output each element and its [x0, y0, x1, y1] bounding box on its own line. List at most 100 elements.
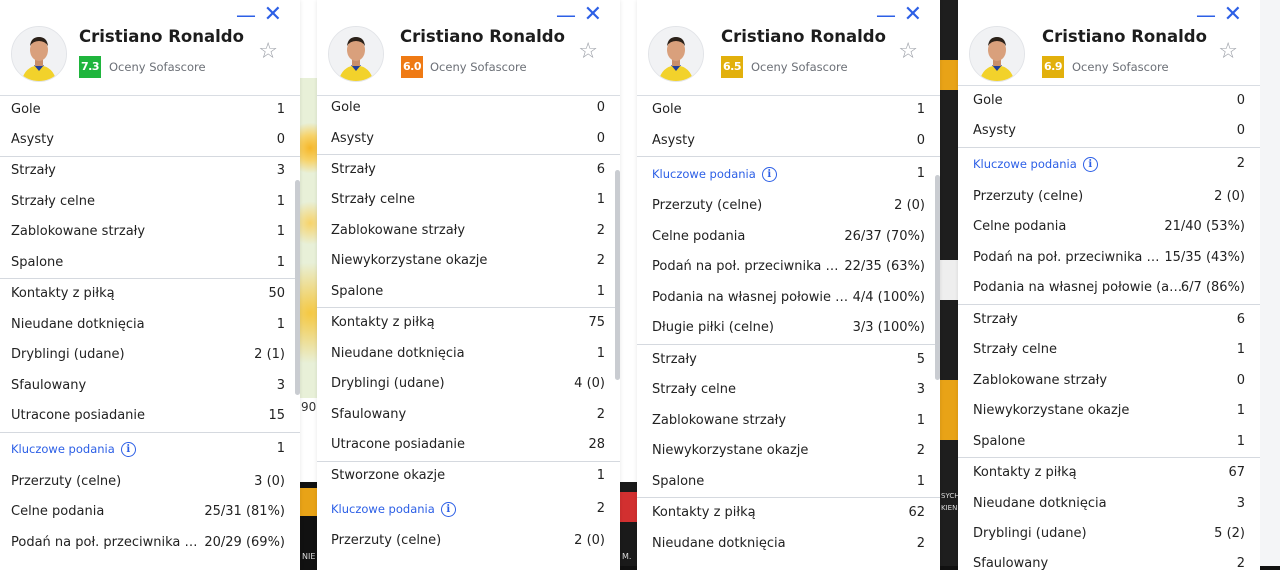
stat-row: Strzały 5 [652, 352, 925, 367]
info-icon[interactable]: i [120, 442, 136, 457]
star-icon[interactable]: ☆ [1218, 41, 1238, 63]
scrollbar[interactable] [615, 170, 620, 380]
info-icon[interactable]: i [761, 167, 777, 182]
stat-row: Podania na własnej połowie (acc.) 6/7 (86… [973, 280, 1245, 295]
stat-row: Celne podania 25/31 (81%) [11, 504, 285, 519]
stat-row: Zablokowane strzały 2 [331, 223, 605, 238]
stat-row-key-passes[interactable]: Kluczowe podania i 2 [958, 149, 1260, 179]
stat-row: Podań na poł. przeciwnika (acc.)20/29 (6… [11, 535, 285, 550]
player-name: Cristiano Ronaldo [79, 27, 244, 46]
stat-row: Niewykorzystane okazje 1 [973, 403, 1245, 418]
stat-row: Gole 0 [331, 100, 605, 115]
stat-row: Gole 1 [11, 102, 285, 117]
close-icon[interactable]: ✕ [584, 4, 602, 26]
background-right-edge [1260, 0, 1280, 566]
stat-row: Strzały 6 [331, 162, 605, 177]
close-icon[interactable]: ✕ [264, 4, 282, 26]
minimize-icon[interactable]: — [236, 5, 256, 25]
minimize-icon[interactable]: — [1196, 5, 1216, 25]
player-avatar [969, 26, 1025, 82]
stat-row: Przerzuty (celne) 2 (0) [331, 533, 605, 548]
stat-row: Dryblingi (udane) 4 (0) [331, 376, 605, 391]
stat-row: Asysty 0 [331, 131, 605, 146]
stat-row: Gole 0 [973, 93, 1245, 108]
stat-row: Przerzuty (celne) 2 (0) [652, 198, 925, 213]
stat-row: Zablokowane strzały 0 [973, 373, 1245, 388]
scrollbar[interactable] [935, 175, 940, 380]
stat-row: Strzały 6 [973, 312, 1245, 327]
stat-row: Utracone posiadanie 28 [331, 437, 605, 452]
stat-row: Kontakty z piłką 75 [331, 315, 605, 330]
stat-row: Strzały celne 3 [652, 382, 925, 397]
stat-row: Nieudane dotknięcia 1 [11, 317, 285, 332]
player-stats-panel-4: — ✕ Cristiano Ronaldo 6.9 Oceny Sofascor… [958, 0, 1260, 570]
info-icon[interactable]: i [440, 502, 456, 517]
background-banner: SYCH KIEN [940, 0, 958, 570]
player-name: Cristiano Ronaldo [1042, 27, 1207, 46]
stat-row-key-passes[interactable]: Kluczowe podania i 1 [0, 434, 300, 464]
stat-row: Gole 1 [652, 102, 925, 117]
panel-header: — ✕ Cristiano Ronaldo 6.5 Oceny Sofascor… [637, 0, 940, 96]
stat-row: Spalone 1 [973, 434, 1245, 449]
close-icon[interactable]: ✕ [904, 4, 922, 26]
star-icon[interactable]: ☆ [898, 41, 918, 63]
star-icon[interactable]: ☆ [578, 41, 598, 63]
stat-row-key-passes[interactable]: Kluczowe podania i 1 [637, 159, 940, 189]
stat-row: Zablokowane strzały 1 [11, 224, 285, 239]
rating-source: Oceny Sofascore [109, 60, 206, 74]
stat-row: Długie piłki (celne) 3/3 (100%) [652, 320, 925, 335]
close-icon[interactable]: ✕ [1224, 4, 1242, 26]
player-avatar [328, 26, 384, 82]
rating-badge: 6.0 [401, 56, 423, 78]
stat-row: Kontakty z piłką 62 [652, 505, 925, 520]
stat-row: Spalone 1 [331, 284, 605, 299]
minimize-icon[interactable]: — [876, 5, 896, 25]
rating-badge: 6.9 [1042, 56, 1064, 78]
stat-row: Celne podania 26/37 (70%) [652, 229, 925, 244]
stat-row: Spalone 1 [652, 474, 925, 489]
stat-row: Zablokowane strzały 1 [652, 413, 925, 428]
stat-row: Kontakty z piłką 67 [973, 465, 1245, 480]
stat-row: Kontakty z piłką 50 [11, 286, 285, 301]
minimize-icon[interactable]: — [556, 5, 576, 25]
stat-row: Dryblingi (udane) 5 (2) [973, 526, 1245, 541]
player-avatar [648, 26, 704, 82]
info-icon[interactable]: i [1082, 157, 1098, 172]
stat-row: Niewykorzystane okazje 2 [331, 253, 605, 268]
star-icon[interactable]: ☆ [258, 41, 278, 63]
rating-badge: 6.5 [721, 56, 743, 78]
stat-row: Sfaulowany 3 [11, 378, 285, 393]
stat-row: Celne podania 21/40 (53%) [973, 219, 1245, 234]
player-stats-panel-1: — ✕ Cristiano Ronaldo 7.3 Oceny Sofascor… [0, 0, 300, 570]
stat-row: Utracone posiadanie 15 [11, 408, 285, 423]
stat-row-key-passes[interactable]: Kluczowe podania i 2 [317, 494, 620, 524]
stat-row: Strzały celne 1 [973, 342, 1245, 357]
stat-row: Stworzone okazje 1 [331, 468, 605, 483]
background-banner: NIE [300, 482, 317, 570]
player-stats-panel-2: — ✕ Cristiano Ronaldo 6.0 Oceny Sofascor… [317, 0, 620, 570]
stat-row: Spalone 1 [11, 255, 285, 270]
background-heatmap [300, 78, 317, 398]
stat-row: Sfaulowany 2 [973, 556, 1245, 570]
stat-row: Podań na poł. przeciwnika (acc.)15/35 (4… [973, 250, 1245, 265]
background-snippet-text: 90 [301, 400, 317, 414]
stat-row: Sfaulowany 2 [331, 407, 605, 422]
stat-row: Nieudane dotknięcia 1 [331, 346, 605, 361]
panel-header: — ✕ Cristiano Ronaldo 6.0 Oceny Sofascor… [317, 0, 620, 96]
stat-row: Podań na poł. przeciwnika (acc.)22/35 (6… [652, 259, 925, 274]
player-avatar [11, 26, 67, 82]
stat-row: Przerzuty (celne) 2 (0) [973, 189, 1245, 204]
stat-row: Dryblingi (udane) 2 (1) [11, 347, 285, 362]
stat-row: Nieudane dotknięcia 2 [652, 536, 925, 551]
rating-source: Oceny Sofascore [1072, 60, 1169, 74]
panel-header: — ✕ Cristiano Ronaldo 6.9 Oceny Sofascor… [958, 0, 1260, 86]
panel-header: — ✕ Cristiano Ronaldo 7.3 Oceny Sofascor… [0, 0, 300, 96]
rating-source: Oceny Sofascore [751, 60, 848, 74]
scrollbar[interactable] [295, 180, 300, 395]
stat-row: Podania na własnej połowie (acc.) 4/4 (10… [652, 290, 925, 305]
stat-row: Asysty 0 [652, 133, 925, 148]
rating-source: Oceny Sofascore [430, 60, 527, 74]
stat-row: Asysty 0 [973, 123, 1245, 138]
stat-row: Nieudane dotknięcia 3 [973, 496, 1245, 511]
player-stats-panel-3: — ✕ Cristiano Ronaldo 6.5 Oceny Sofascor… [637, 0, 940, 570]
